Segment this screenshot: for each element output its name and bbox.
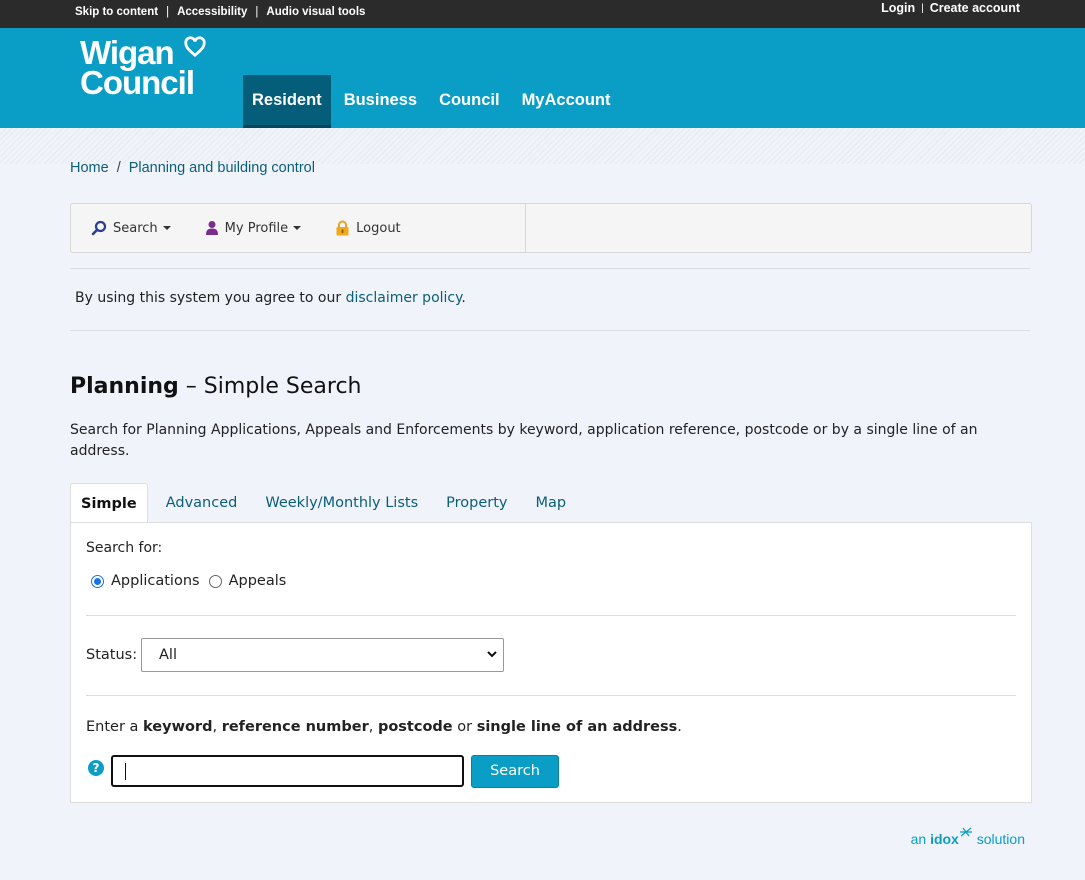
- instr-single-line-address: single line of an address: [476, 719, 678, 735]
- search-menu-label: Search: [113, 220, 158, 236]
- search-icon: [91, 220, 107, 236]
- intro-text: Search for Planning Applications, Appeal…: [70, 422, 978, 459]
- idox-brand: an idox solution: [911, 826, 1025, 847]
- help-icon[interactable]: ?: [88, 760, 104, 776]
- audio-visual-tools-link[interactable]: Audio visual tools: [266, 6, 365, 18]
- applications-radio-label[interactable]: Applications: [111, 573, 200, 589]
- chevron-down-icon: [293, 226, 302, 230]
- accessibility-link[interactable]: Accessibility: [177, 6, 247, 18]
- instr-text: ,: [212, 719, 222, 735]
- panel-divider: [86, 695, 1016, 696]
- wigan-council-logo[interactable]: Wigan Council: [80, 36, 206, 101]
- breadcrumb-planning[interactable]: Planning and building control: [129, 160, 315, 176]
- divider: [70, 268, 1030, 269]
- toolbar-menu: Search My Profile Logout: [71, 204, 526, 252]
- nav-resident[interactable]: Resident: [243, 75, 331, 128]
- logout-button[interactable]: Logout: [335, 220, 401, 236]
- disclaimer-prefix: By using this system you agree to our: [75, 290, 346, 306]
- instr-text: or: [452, 719, 477, 735]
- user-icon: [205, 221, 218, 235]
- page-title-rest: – Simple Search: [178, 374, 362, 399]
- main-nav: Resident Business Council MyAccount: [243, 75, 623, 128]
- instr-text: ,: [368, 719, 378, 735]
- instr-text: .: [677, 719, 682, 735]
- idox-brand-solution: solution: [972, 831, 1025, 847]
- search-menu[interactable]: Search: [91, 220, 171, 236]
- tab-map[interactable]: Map: [526, 483, 577, 523]
- nav-council[interactable]: Council: [430, 75, 509, 128]
- app-toolbar: Search My Profile Logout: [70, 203, 1032, 253]
- header-hatch-divider: [0, 128, 1085, 164]
- text-cursor: [125, 763, 126, 780]
- logo-line-2: Council: [80, 64, 195, 101]
- utility-separator: |: [255, 6, 259, 18]
- idox-brand-an: an: [910, 831, 931, 847]
- utility-separator: |: [166, 6, 170, 18]
- search-for-label: Search for:: [86, 540, 163, 556]
- nav-myaccount[interactable]: MyAccount: [513, 75, 620, 128]
- breadcrumb-home[interactable]: Home: [70, 160, 109, 176]
- nav-business[interactable]: Business: [335, 75, 426, 128]
- utility-links: Skip to content | Accessibility | Audio …: [75, 6, 365, 18]
- breadcrumb: Home / Planning and building control: [70, 160, 315, 176]
- tab-advanced[interactable]: Advanced: [156, 483, 248, 523]
- divider: [70, 330, 1030, 331]
- utility-separator: |: [921, 2, 924, 14]
- lock-icon: [336, 220, 349, 236]
- tab-weekly-monthly-lists[interactable]: Weekly/Monthly Lists: [255, 483, 428, 523]
- tab-property[interactable]: Property: [436, 483, 517, 523]
- page-title-bold: Planning: [70, 374, 179, 399]
- simple-search-panel: Search for: Applications Appeals Status:…: [70, 522, 1032, 803]
- status-selected-value: All: [159, 647, 177, 663]
- instr-reference-number: reference number: [221, 719, 369, 735]
- heart-icon: [184, 36, 206, 58]
- search-input[interactable]: [111, 755, 464, 787]
- search-button[interactable]: Search: [471, 755, 559, 788]
- search-tabs: Simple Advanced Weekly/Monthly Lists Pro…: [70, 483, 584, 524]
- disclaimer-suffix: .: [461, 290, 466, 306]
- login-link[interactable]: Login: [881, 1, 915, 15]
- applications-radio[interactable]: [91, 574, 104, 588]
- chevron-down-icon: [487, 651, 497, 658]
- logout-label: Logout: [356, 220, 401, 236]
- skip-to-content-link[interactable]: Skip to content: [75, 6, 158, 18]
- my-profile-menu[interactable]: My Profile: [205, 220, 302, 236]
- appeals-radio-label[interactable]: Appeals: [229, 573, 287, 589]
- panel-divider: [86, 615, 1016, 616]
- account-links: Login | Create account: [881, 1, 1020, 15]
- disclaimer-text: By using this system you agree to our di…: [75, 290, 466, 306]
- appeals-radio[interactable]: [208, 574, 222, 588]
- utility-bar: Skip to content | Accessibility | Audio …: [0, 0, 1085, 28]
- instr-text: Enter a: [86, 719, 144, 735]
- status-select[interactable]: All: [141, 638, 504, 672]
- instr-postcode: postcode: [377, 719, 453, 735]
- site-header: Wigan Council Resident Business Council …: [0, 28, 1085, 128]
- instr-keyword: keyword: [143, 719, 213, 735]
- my-profile-label: My Profile: [224, 220, 289, 236]
- page-title: Planning – Simple Search: [70, 374, 361, 399]
- chevron-down-icon: [162, 226, 171, 230]
- search-type-radios: Applications Appeals: [91, 573, 286, 589]
- idox-logo-text: idox: [930, 831, 959, 847]
- disclaimer-policy-link[interactable]: disclaimer policy: [346, 290, 462, 306]
- breadcrumb-separator: /: [116, 160, 121, 176]
- tab-simple[interactable]: Simple: [70, 483, 148, 524]
- create-account-link[interactable]: Create account: [930, 1, 1020, 15]
- search-instructions: Enter a keyword, reference number, postc…: [86, 719, 682, 735]
- status-label: Status:: [86, 647, 138, 663]
- sparkle-icon: [959, 827, 972, 837]
